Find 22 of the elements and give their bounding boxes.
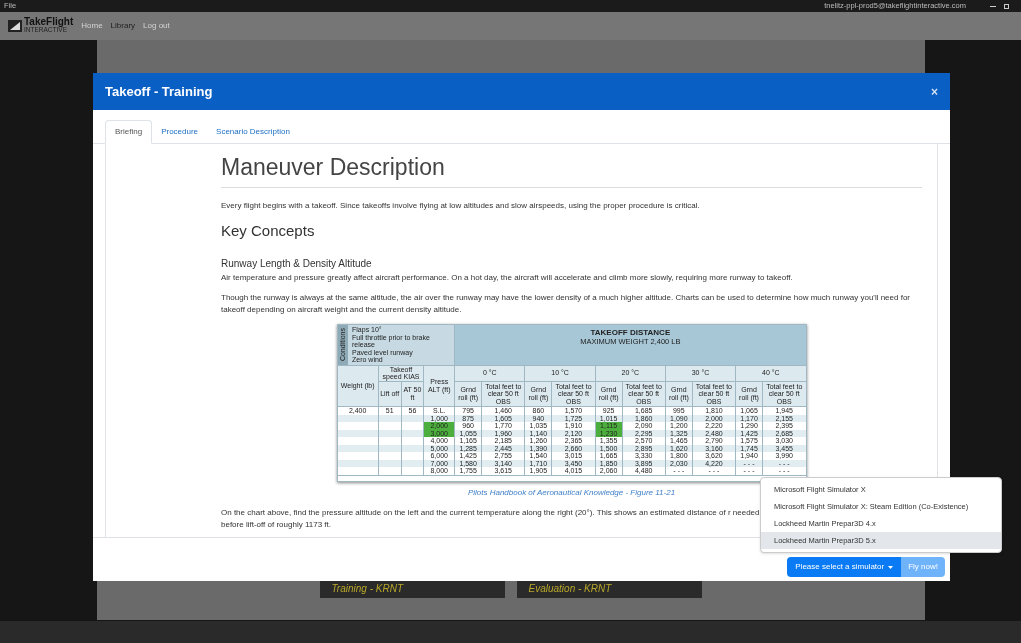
section-title: Maneuver Description — [221, 150, 922, 188]
body-paragraph: Air temperature and pressure greatly affect aircraft performance. On a hot day, the aircraft will accelerate and climb more slowly, requiring more runway to takeoff. — [221, 272, 794, 284]
subheading: Runway Length & Density Altitude — [221, 257, 373, 271]
body-paragraph: Though the runway is always at the same altitude, the air over the runway may have the lower density of a much higher altitude. Charts can be used to determine how much runway you'll need for takeoff depending on aircraft weight and the current density altitude. — [221, 292, 911, 316]
tab[interactable]: Procedure — [152, 120, 208, 143]
section-heading: Key Concepts — [221, 220, 316, 241]
caret-icon — [888, 565, 894, 569]
tab[interactable]: Briefing — [105, 120, 153, 144]
nav-link[interactable]: Home — [81, 20, 103, 32]
close-button[interactable]: × — [931, 82, 938, 101]
nav-link[interactable]: Library — [110, 20, 136, 32]
maximize-icon[interactable] — [1004, 3, 1009, 9]
card-title: Evaluation - KRNT — [528, 582, 612, 596]
minimize-icon[interactable] — [990, 5, 996, 7]
body-paragraph: On the chart above, find the pressure altitude on the left and the current temperature along the right (20°). This shows an estimated distance of r needed before lift-off of roughly 1173 ft. — [221, 506, 761, 531]
nav-link[interactable]: Log out — [143, 20, 170, 32]
card-title: Training - KRNT — [331, 582, 403, 596]
intro-text: Every flight begins with a takeoff. Since takeoffs involve flying at low altitudes and slow airspeeds, using the proper procedure is critical. — [221, 199, 701, 212]
tab[interactable]: Scenario Description — [207, 120, 299, 143]
table-title: TAKEOFF DISTANCE — [589, 328, 672, 337]
simulator-dropdown[interactable]: Please select a simulator — [787, 557, 902, 577]
modal-title: Takeoff - Training — [105, 82, 214, 101]
